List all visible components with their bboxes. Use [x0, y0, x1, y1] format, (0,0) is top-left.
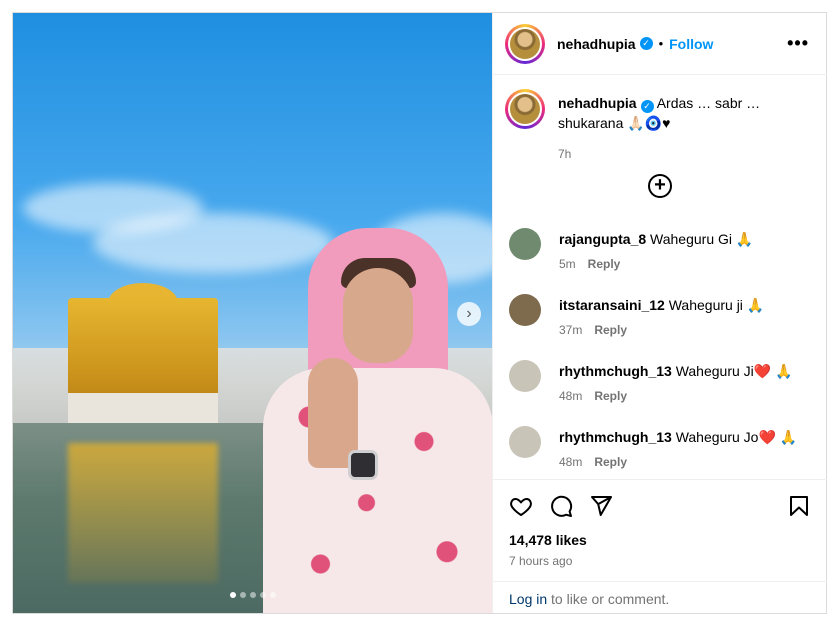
smartwatch: [348, 450, 378, 480]
comment-text: Waheguru Gi 🙏: [650, 231, 754, 247]
avatar[interactable]: [505, 23, 545, 64]
carousel-dots: [13, 592, 492, 598]
comment-username[interactable]: rhythmchugh_13: [559, 429, 672, 445]
caption-username[interactable]: nehadhupia: [558, 95, 637, 111]
carousel-dot: [229, 592, 236, 598]
more-icon[interactable]: •••: [787, 33, 809, 54]
verified-icon: ✓: [639, 37, 653, 50]
comment-time: 5m: [559, 257, 576, 271]
chevron-right-icon[interactable]: ›: [457, 302, 481, 326]
carousel-dot: [269, 592, 276, 598]
reply-button[interactable]: Reply: [594, 323, 627, 337]
login-suffix: to like or comment.: [547, 591, 670, 607]
post-header: nehadhupia ✓ • Follow •••: [493, 13, 827, 75]
posted-time: 7 hours ago: [509, 554, 573, 568]
caption-text: nehadhupia ✓ Ardas … sabr … shukarana 🙏🏻🧿…: [558, 93, 808, 133]
add-icon[interactable]: +: [648, 174, 672, 198]
comment-avatar[interactable]: [509, 294, 541, 326]
comment-text: Waheguru Jo❤️ 🙏: [675, 429, 798, 445]
comment-time: 37m: [559, 323, 583, 337]
reply-button[interactable]: Reply: [588, 257, 621, 271]
share-icon[interactable]: [589, 494, 613, 518]
reply-button[interactable]: Reply: [594, 389, 627, 403]
comment-text: Waheguru ji 🙏: [668, 297, 765, 313]
comment-avatar[interactable]: [509, 426, 541, 458]
caption-avatar[interactable]: [505, 89, 545, 129]
comment-avatar[interactable]: [509, 360, 541, 392]
comment-username[interactable]: rhythmchugh_13: [559, 363, 672, 379]
person: [253, 228, 492, 613]
comment-text: Waheguru Ji❤️ 🙏: [675, 363, 793, 379]
caption-time: 7h: [558, 147, 572, 161]
comment-avatar[interactable]: [509, 228, 541, 260]
kurta: [263, 368, 492, 613]
follow-button[interactable]: Follow: [669, 36, 713, 52]
reply-button[interactable]: Reply: [594, 455, 627, 469]
comment-username[interactable]: rajangupta_8: [559, 231, 646, 247]
separator: •: [658, 36, 664, 51]
comment-username[interactable]: itstaransaini_12: [559, 297, 665, 313]
carousel-dot: [259, 592, 266, 598]
login-prompt: Log in to like or comment.: [493, 581, 827, 613]
post-card: › nehadhupia ✓ • Follow ••• nehadhupia ✓…: [12, 12, 827, 614]
login-link[interactable]: Log in: [509, 591, 547, 607]
avatar-image: [510, 94, 540, 124]
post-panel: nehadhupia ✓ • Follow ••• nehadhupia ✓ Ar…: [492, 13, 827, 613]
heart-icon[interactable]: [509, 494, 533, 518]
carousel-dot: [239, 592, 246, 598]
author-username[interactable]: nehadhupia: [557, 36, 636, 52]
verified-icon: ✓: [640, 100, 654, 113]
comment-time: 48m: [559, 455, 583, 469]
temple-reflection: [68, 443, 218, 583]
bookmark-icon[interactable]: [787, 494, 811, 518]
avatar-image: [510, 28, 540, 59]
comment-icon[interactable]: [549, 494, 573, 518]
face: [343, 268, 413, 363]
post-image[interactable]: ›: [13, 13, 492, 613]
carousel-dot: [249, 592, 256, 598]
likes-count[interactable]: 14,478 likes: [509, 532, 587, 548]
comment-time: 48m: [559, 389, 583, 403]
